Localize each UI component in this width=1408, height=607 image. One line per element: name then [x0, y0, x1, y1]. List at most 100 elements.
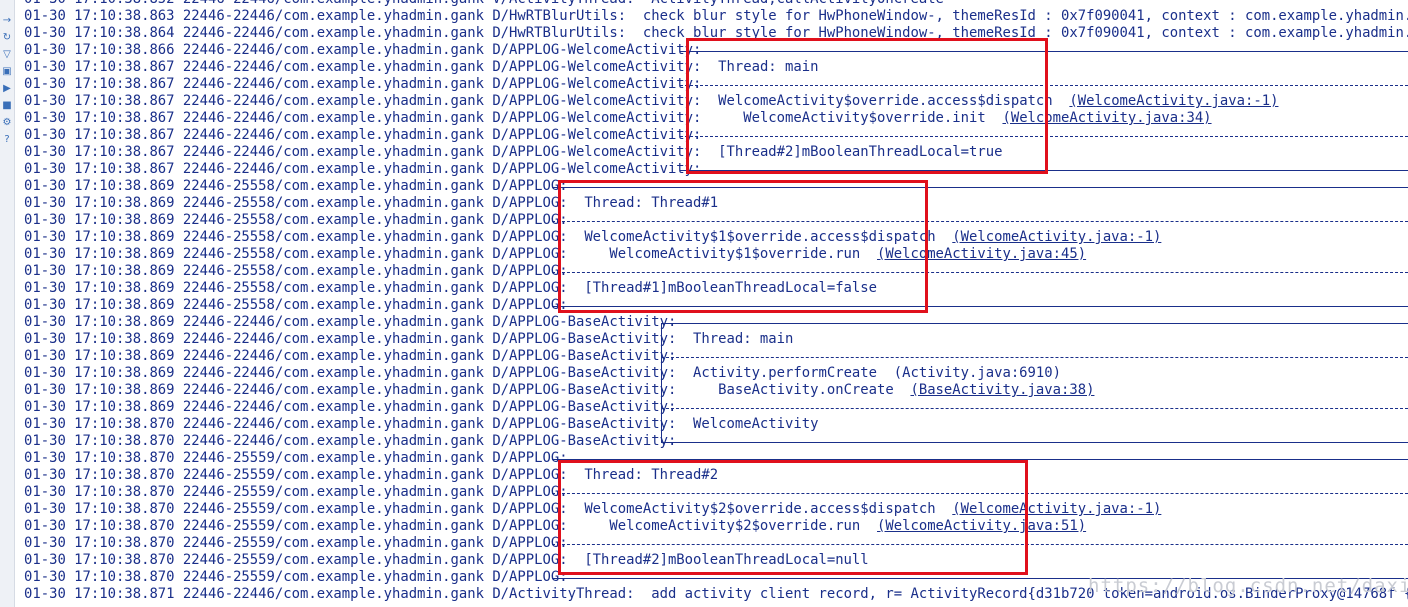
log-prefix: 01-30 17:10:38.867 22446-22446/com.examp… [24, 59, 719, 75]
log-prefix: 01-30 17:10:38.867 22446-22446/com.examp… [24, 127, 719, 143]
log-row[interactable]: 01-30 17:10:38.869 22446-25558/com.examp… [24, 246, 1086, 263]
log-row[interactable]: 01-30 17:10:38.869 22446-22446/com.examp… [24, 348, 693, 365]
log-prefix: 01-30 17:10:38.869 22446-22446/com.examp… [24, 399, 694, 415]
log-prefix: 01-30 17:10:38.869 22446-25558/com.examp… [24, 195, 585, 211]
log-row[interactable]: 01-30 17:10:38.870 22446-25559/com.examp… [24, 467, 718, 484]
logcat-output[interactable]: 01-30 17:10:38.852 22446-22446/com.examp… [24, 0, 1408, 607]
log-row[interactable]: 01-30 17:10:38.869 22446-22446/com.examp… [24, 365, 1061, 382]
log-row[interactable]: 01-30 17:10:38.869 22446-22446/com.examp… [24, 382, 1094, 399]
log-message: WelcomeActivity$override.access$dispatch [718, 93, 1070, 109]
help-icon[interactable]: ? [0, 133, 14, 147]
log-row[interactable]: 01-30 17:10:38.867 22446-22446/com.examp… [24, 127, 718, 144]
log-row[interactable]: 01-30 17:10:38.870 22446-25559/com.examp… [24, 535, 584, 552]
box-rule [661, 408, 1408, 409]
log-message: check blur style for HwPhoneWindow-, the… [642, 8, 1408, 24]
log-message: Activity.performCreate (Activity.java:69… [693, 365, 1061, 381]
box-rule [552, 493, 1408, 494]
log-message: Thread: main [693, 331, 794, 347]
log-prefix: 01-30 17:10:38.869 22446-25558/com.examp… [24, 263, 585, 279]
log-row[interactable]: 01-30 17:10:38.870 22446-25559/com.examp… [24, 484, 584, 501]
log-row[interactable]: 01-30 17:10:38.870 22446-22446/com.examp… [24, 433, 693, 450]
log-prefix: 01-30 17:10:38.870 22446-25559/com.examp… [24, 501, 585, 517]
arrow-icon[interactable]: → [0, 14, 14, 28]
log-message: check blur style for HwPhoneWindow-, the… [642, 25, 1408, 41]
log-row[interactable]: 01-30 17:10:38.869 22446-22446/com.examp… [24, 399, 693, 416]
log-row[interactable]: 01-30 17:10:38.869 22446-25558/com.examp… [24, 229, 1161, 246]
log-row[interactable]: 01-30 17:10:38.870 22446-25559/com.examp… [24, 450, 584, 467]
log-row[interactable]: 01-30 17:10:38.863 22446-22446/com.examp… [24, 8, 1408, 25]
box-rule [661, 323, 1408, 324]
log-toolbar-gutter: → ↻ ▽ ▣ ▶ ■ ⚙? [0, 0, 15, 607]
log-prefix: 01-30 17:10:38.869 22446-25558/com.examp… [24, 212, 585, 228]
source-link[interactable]: (WelcomeActivity.java:51) [877, 518, 1086, 534]
log-message: WelcomeActivity [693, 416, 819, 432]
log-row[interactable]: 01-30 17:10:38.870 22446-25559/com.examp… [24, 518, 1086, 535]
log-prefix: 01-30 17:10:38.864 22446-22446/com.examp… [24, 25, 643, 41]
log-row[interactable]: 01-30 17:10:38.864 22446-22446/com.examp… [24, 25, 1408, 42]
log-message: WelcomeActivity$override.init [718, 110, 1003, 126]
log-message: [Thread#2]mBooleanThreadLocal=true [718, 144, 1003, 160]
source-link[interactable]: (WelcomeActivity.java:45) [877, 246, 1086, 262]
log-message: ActivityThread,callActivityOnCreate [651, 0, 944, 7]
box-rule [552, 544, 1408, 545]
log-prefix: 01-30 17:10:38.869 22446-22446/com.examp… [24, 348, 694, 364]
box-rule [552, 306, 1408, 307]
settings-icon[interactable]: ⚙ [0, 116, 14, 130]
log-prefix: 01-30 17:10:38.866 22446-22446/com.examp… [24, 42, 719, 58]
log-prefix: 01-30 17:10:38.869 22446-25558/com.examp… [24, 297, 585, 313]
log-prefix: 01-30 17:10:38.871 22446-22446/com.examp… [24, 586, 652, 602]
log-row[interactable]: 01-30 17:10:38.869 22446-25558/com.examp… [24, 212, 584, 229]
log-prefix: 01-30 17:10:38.869 22446-25558/com.examp… [24, 246, 585, 262]
log-prefix: 01-30 17:10:38.870 22446-22446/com.examp… [24, 433, 694, 449]
box-rule [680, 51, 1408, 52]
watermark: https://blog.csdn.net/daxiong25 [1088, 575, 1408, 597]
log-row[interactable]: 01-30 17:10:38.869 22446-25558/com.examp… [24, 297, 584, 314]
log-prefix: 01-30 17:10:38.870 22446-25559/com.examp… [24, 450, 585, 466]
source-link[interactable]: (WelcomeActivity.java:34) [1002, 110, 1211, 126]
log-prefix: 01-30 17:10:38.870 22446-25559/com.examp… [24, 569, 585, 585]
box-rule [680, 136, 1408, 137]
log-prefix: 01-30 17:10:38.870 22446-25559/com.examp… [24, 552, 585, 568]
log-row[interactable]: 01-30 17:10:38.867 22446-22446/com.examp… [24, 59, 818, 76]
box-rule [552, 459, 1408, 460]
source-link[interactable]: (WelcomeActivity.java:-1) [952, 229, 1161, 245]
source-link[interactable]: (BaseActivity.java:38) [910, 382, 1094, 398]
log-row[interactable]: 01-30 17:10:38.867 22446-22446/com.examp… [24, 161, 718, 178]
log-row[interactable]: 01-30 17:10:38.869 22446-25558/com.examp… [24, 195, 718, 212]
stop-icon[interactable]: ■ [0, 99, 14, 113]
log-row[interactable]: 01-30 17:10:38.870 22446-25559/com.examp… [24, 501, 1161, 518]
run-icon[interactable]: ▶ [0, 82, 14, 96]
log-row[interactable]: 01-30 17:10:38.869 22446-25558/com.examp… [24, 263, 584, 280]
log-row[interactable]: 01-30 17:10:38.866 22446-22446/com.examp… [24, 42, 718, 59]
refresh-icon[interactable]: ↻ [0, 31, 14, 45]
log-row[interactable]: 01-30 17:10:38.852 22446-22446/com.examp… [24, 0, 944, 8]
log-message: [Thread#2]mBooleanThreadLocal=null [584, 552, 869, 568]
log-row[interactable]: 01-30 17:10:38.867 22446-22446/com.examp… [24, 144, 1002, 161]
log-row[interactable]: 01-30 17:10:38.869 22446-22446/com.examp… [24, 314, 693, 331]
log-row[interactable]: 01-30 17:10:38.867 22446-22446/com.examp… [24, 76, 718, 93]
log-row[interactable]: 01-30 17:10:38.869 22446-25558/com.examp… [24, 178, 584, 195]
log-row[interactable]: 01-30 17:10:38.869 22446-22446/com.examp… [24, 331, 793, 348]
log-prefix: 01-30 17:10:38.869 22446-22446/com.examp… [24, 365, 694, 381]
log-prefix: 01-30 17:10:38.869 22446-22446/com.examp… [24, 314, 694, 330]
lock-icon[interactable]: ▣ [0, 65, 14, 79]
box-rule [552, 272, 1408, 273]
log-row[interactable]: 01-30 17:10:38.870 22446-22446/com.examp… [24, 416, 818, 433]
log-row[interactable]: 01-30 17:10:38.869 22446-25558/com.examp… [24, 280, 877, 297]
source-link[interactable]: (WelcomeActivity.java:-1) [952, 501, 1161, 517]
filter-icon[interactable]: ▽ [0, 48, 14, 62]
log-message: Thread: Thread#1 [584, 195, 719, 211]
log-message: WelcomeActivity$1$override.run [584, 246, 878, 262]
source-link[interactable]: (WelcomeActivity.java:-1) [1069, 93, 1278, 109]
log-prefix: 01-30 17:10:38.852 22446-22446/com.examp… [24, 0, 651, 8]
log-row[interactable]: 01-30 17:10:38.867 22446-22446/com.examp… [24, 93, 1278, 110]
log-row[interactable]: 01-30 17:10:38.867 22446-22446/com.examp… [24, 110, 1212, 127]
log-row[interactable]: 01-30 17:10:38.870 22446-25559/com.examp… [24, 569, 584, 586]
log-prefix: 01-30 17:10:38.870 22446-22446/com.examp… [24, 416, 694, 432]
log-row[interactable]: 01-30 17:10:38.870 22446-25559/com.examp… [24, 552, 869, 569]
log-prefix: 01-30 17:10:38.869 22446-22446/com.examp… [24, 331, 694, 347]
log-prefix: 01-30 17:10:38.867 22446-22446/com.examp… [24, 76, 719, 92]
log-prefix: 01-30 17:10:38.867 22446-22446/com.examp… [24, 161, 719, 177]
log-prefix: 01-30 17:10:38.870 22446-25559/com.examp… [24, 518, 585, 534]
log-prefix: 01-30 17:10:38.869 22446-25558/com.examp… [24, 229, 585, 245]
